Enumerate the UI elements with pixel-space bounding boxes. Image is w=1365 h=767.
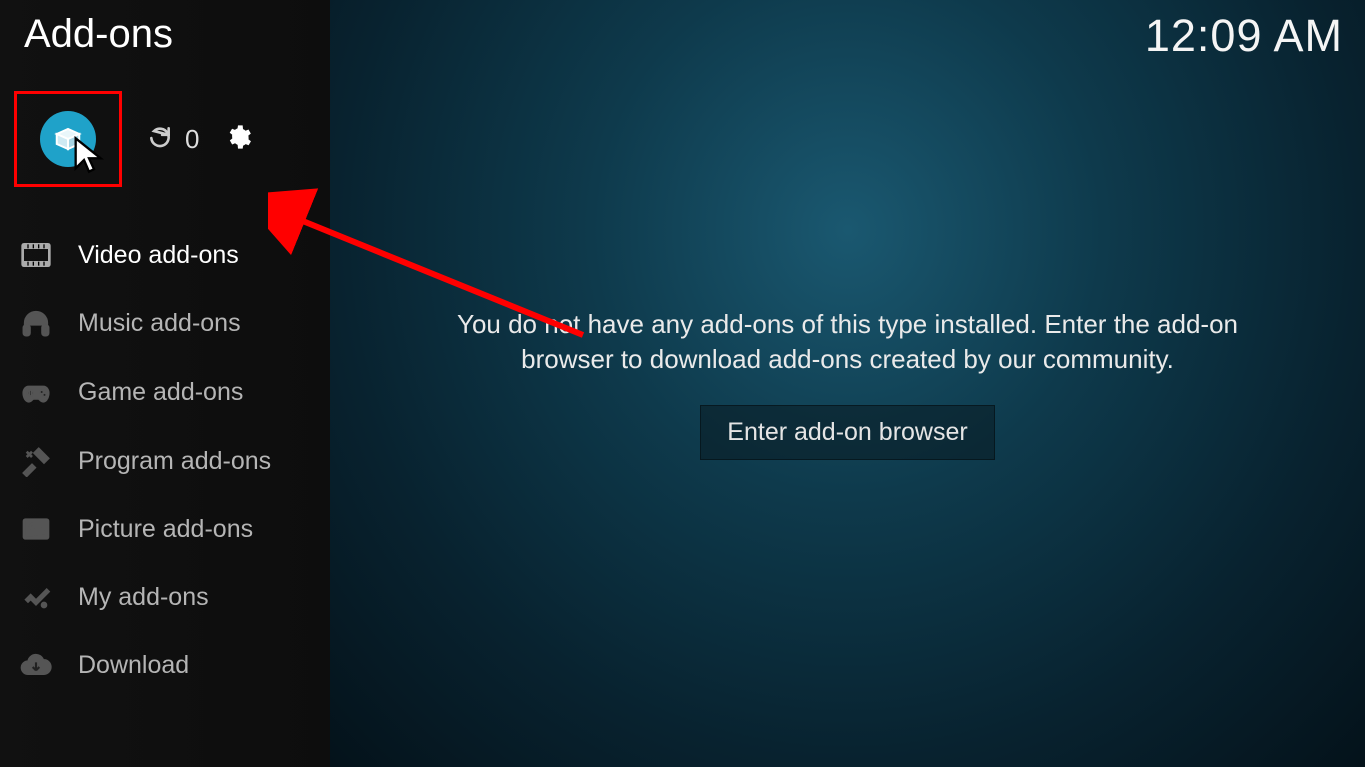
sidebar-item-download[interactable]: Download [0, 631, 330, 699]
sidebar-toolbar: 0 [0, 69, 330, 217]
sidebar-item-label: Download [78, 651, 189, 680]
sidebar-item-label: Program add-ons [78, 447, 271, 476]
sidebar-item-my-addons[interactable]: My add-ons [0, 563, 330, 631]
film-icon [18, 239, 54, 271]
empty-state-message: You do not have any add-ons of this type… [408, 307, 1288, 377]
open-box-icon [40, 111, 96, 167]
download-icon [18, 649, 54, 681]
sidebar-item-label: Video add-ons [78, 241, 239, 270]
sidebar-item-label: My add-ons [78, 583, 209, 612]
sliders-icon [18, 581, 54, 613]
package-browser-button[interactable] [14, 91, 122, 187]
sidebar-item-program-addons[interactable]: Program add-ons [0, 427, 330, 495]
sidebar-item-picture-addons[interactable]: Picture add-ons [0, 495, 330, 563]
refresh-button[interactable]: 0 [147, 124, 199, 155]
sidebar-item-label: Game add-ons [78, 378, 243, 407]
update-count: 0 [185, 124, 199, 155]
main-content: 12:09 AM You do not have any add-ons of … [330, 0, 1365, 767]
clock: 12:09 AM [1145, 10, 1343, 62]
settings-button[interactable] [224, 123, 252, 156]
refresh-icon [147, 124, 173, 155]
page-title: Add-ons [0, 0, 330, 69]
sidebar-item-label: Music add-ons [78, 309, 241, 338]
gear-icon [224, 123, 252, 156]
sidebar-item-game-addons[interactable]: Game add-ons [0, 357, 330, 427]
sidebar-item-music-addons[interactable]: Music add-ons [0, 289, 330, 357]
enter-addon-browser-button[interactable]: Enter add-on browser [700, 405, 994, 460]
gamepad-icon [18, 375, 54, 409]
sidebar: Add-ons [0, 0, 330, 767]
picture-icon [18, 513, 54, 545]
sidebar-item-video-addons[interactable]: Video add-ons [0, 221, 330, 289]
sidebar-nav: Video add-ons Music add-ons [0, 217, 330, 699]
headphones-icon [18, 307, 54, 339]
tools-icon [18, 445, 54, 477]
sidebar-item-label: Picture add-ons [78, 515, 253, 544]
